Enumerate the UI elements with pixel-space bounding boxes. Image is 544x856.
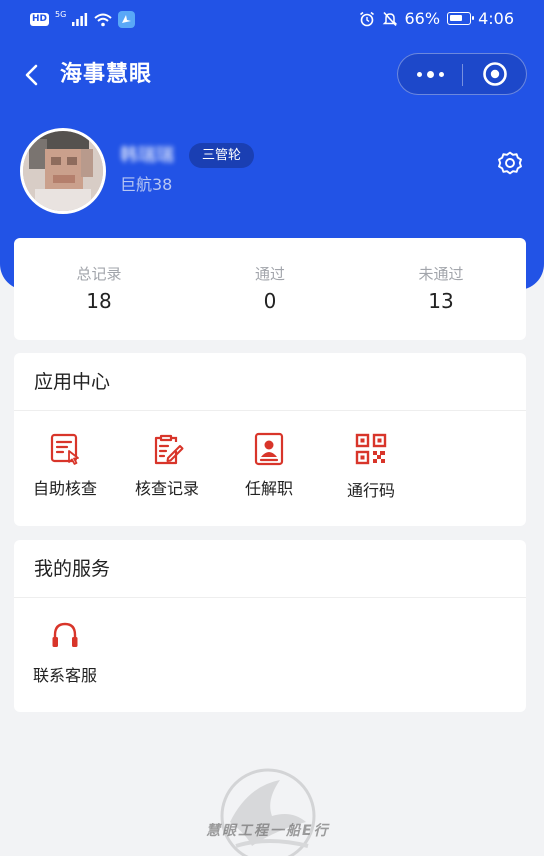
chevron-left-icon xyxy=(25,64,38,86)
signal-icon xyxy=(72,13,88,26)
watermark-logo-icon xyxy=(220,768,316,856)
check-record-icon xyxy=(154,434,184,465)
ship-name: 巨航38 xyxy=(120,175,173,194)
clock: 4:06 xyxy=(478,9,514,28)
app-appointment[interactable]: 任解职 xyxy=(219,431,319,500)
stats-card: 总记录 18 通过 0 未通过 13 xyxy=(14,238,526,340)
qr-code-icon xyxy=(355,433,387,465)
dot-icon xyxy=(426,70,434,78)
stat-value: 18 xyxy=(86,289,112,313)
avatar[interactable] xyxy=(20,128,106,214)
section-title: 我的服务 xyxy=(34,558,111,580)
more-button[interactable] xyxy=(398,54,462,94)
mini-program-capsule xyxy=(397,53,527,95)
self-check-icon xyxy=(50,433,79,465)
battery-percent: 66% xyxy=(404,9,441,28)
service-label: 联系客服 xyxy=(32,666,97,685)
app-label: 任解职 xyxy=(244,479,293,498)
service-contact-support[interactable]: 联系客服 xyxy=(15,618,115,687)
app-center-card: 应用中心 自助核查 核查记录 任解职 通行码 xyxy=(14,353,526,526)
stat-failed[interactable]: 未通过 13 xyxy=(381,264,501,316)
stat-value: 13 xyxy=(428,289,454,313)
back-button[interactable] xyxy=(18,60,48,90)
app-check-record[interactable]: 核查记录 xyxy=(117,431,217,500)
app-label: 自助核查 xyxy=(32,479,97,498)
nav-bar: 海事慧眼 xyxy=(0,52,544,98)
alarm-icon xyxy=(359,11,374,26)
app-self-check[interactable]: 自助核查 xyxy=(15,431,115,500)
stat-label: 未通过 xyxy=(418,265,464,283)
stat-value: 0 xyxy=(263,289,277,313)
stat-label: 总记录 xyxy=(76,265,122,283)
location-app-icon xyxy=(118,11,136,28)
status-bar: HD 5G 66% 4:06 xyxy=(0,0,544,42)
hd-indicator: HD xyxy=(30,13,50,26)
target-close-icon xyxy=(483,62,507,86)
stat-total[interactable]: 总记录 18 xyxy=(39,264,159,316)
stat-label: 通过 xyxy=(254,265,285,283)
app-label: 核查记录 xyxy=(134,479,199,498)
user-name: 韩瑞瑞 xyxy=(120,145,174,166)
headset-icon xyxy=(52,622,78,647)
stat-passed[interactable]: 通过 0 xyxy=(210,264,330,316)
dot-icon xyxy=(438,71,444,77)
my-services-card: 我的服务 联系客服 xyxy=(14,540,526,712)
section-title: 应用中心 xyxy=(34,371,111,393)
wifi-icon xyxy=(94,13,112,26)
network-type: 5G xyxy=(55,10,67,19)
card-header: 应用中心 xyxy=(14,353,526,411)
appointment-icon xyxy=(254,432,284,466)
card-header: 我的服务 xyxy=(14,540,526,598)
app-label: 通行码 xyxy=(346,481,395,500)
settings-button[interactable] xyxy=(496,149,524,177)
page-title: 海事慧眼 xyxy=(60,62,153,87)
watermark-text: 慧眼工程一船E行 xyxy=(206,823,330,839)
app-pass-code[interactable]: 通行码 xyxy=(321,431,421,502)
mute-icon xyxy=(382,11,397,26)
close-button[interactable] xyxy=(463,54,527,94)
dot-icon xyxy=(416,71,422,77)
role-badge: 三管轮 xyxy=(189,143,255,168)
gear-icon xyxy=(498,151,522,175)
battery-icon xyxy=(447,12,475,25)
